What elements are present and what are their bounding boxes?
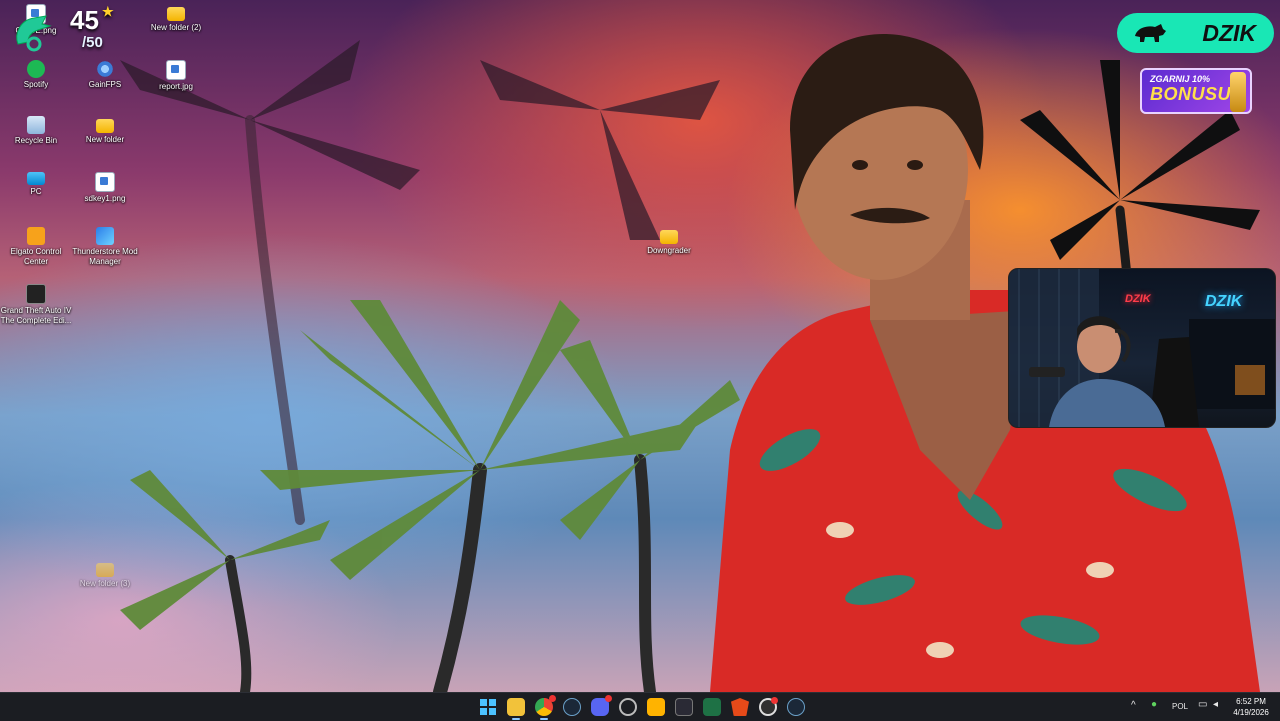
- thunderstore-icon: [96, 227, 114, 245]
- volume-icon[interactable]: ◂: [1213, 699, 1218, 710]
- image-file-icon: [166, 60, 186, 80]
- desktop-icon-gta-iv[interactable]: Grand Theft Auto IV The Complete Edi...: [0, 284, 72, 326]
- clock-date: 4/19/2026: [1233, 708, 1269, 717]
- network-icon[interactable]: ▭: [1198, 699, 1207, 710]
- desktop-icon-gainfps[interactable]: GainFPS: [69, 60, 141, 90]
- desktop-icon-elgato[interactable]: Elgato Control Center: [0, 227, 72, 267]
- elgato-icon: [27, 227, 45, 245]
- excel-icon[interactable]: [703, 698, 721, 716]
- brand-name: DZIK: [1202, 19, 1256, 46]
- chrome-icon[interactable]: [535, 695, 556, 720]
- tray-overflow-chevron-icon[interactable]: ^: [1131, 700, 1136, 711]
- language-indicator[interactable]: POL: [1172, 702, 1188, 711]
- spotify-icon: [27, 60, 45, 78]
- steam-icon[interactable]: [563, 698, 581, 716]
- desktop-icon-new-folder-2[interactable]: New folder (2): [140, 4, 212, 33]
- webcam-overlay: DZIK DZIK: [1008, 268, 1276, 428]
- folder-icon: [167, 7, 185, 21]
- desktop-icon-sdkey1[interactable]: sdkey1.png: [69, 172, 141, 204]
- folder-icon: [96, 563, 114, 577]
- gear-icon: [96, 60, 114, 78]
- discord-icon[interactable]: [591, 695, 612, 716]
- bottle-icon: [1230, 72, 1246, 112]
- brand-badge: DZIK: [1117, 13, 1274, 53]
- desktop-icon-report[interactable]: report.jpg: [140, 60, 212, 92]
- neon-sign-left: DZIK: [1125, 293, 1151, 305]
- desktop-icon-new-folder-3[interactable]: New folder (3): [69, 560, 141, 589]
- sun-app-icon[interactable]: [647, 698, 665, 716]
- file-explorer-icon[interactable]: [507, 698, 525, 720]
- media-app-icon[interactable]: [619, 698, 637, 716]
- taskbar: ^ ● POL ▭ ◂ 6:52 PM 4/19/2026: [0, 692, 1280, 721]
- neon-sign-right: DZIK: [1205, 293, 1243, 310]
- computer-icon: [27, 172, 45, 185]
- star-icon: ★: [102, 4, 114, 19]
- folder-icon: [96, 119, 114, 133]
- desktop-icon-new-folder[interactable]: New folder: [69, 116, 141, 145]
- desktop-icon-thunderstore[interactable]: Thunderstore Mod Manager: [69, 227, 141, 267]
- brave-icon[interactable]: [731, 698, 749, 716]
- boar-icon: [1135, 24, 1166, 42]
- clock-time: 6:52 PM: [1236, 697, 1266, 706]
- windows-start-icon[interactable]: [479, 698, 497, 716]
- steam-icon[interactable]: [787, 698, 805, 716]
- gta-icon: [26, 284, 46, 304]
- recycle-bin-icon: [27, 116, 45, 134]
- achievement-logo-icon: [16, 15, 52, 52]
- microphone-icon[interactable]: ●: [1151, 699, 1157, 710]
- folder-icon: [660, 230, 678, 244]
- desktop-icon-spotify[interactable]: Spotify: [0, 60, 72, 90]
- score-current: 45: [70, 5, 99, 35]
- desktop-icon-downgrader[interactable]: Downgrader: [633, 227, 705, 256]
- desktop-icon-pc[interactable]: PC: [0, 172, 72, 197]
- notification-badge: [771, 697, 778, 704]
- image-file-icon: [95, 172, 115, 192]
- bonus-promo[interactable]: ZGARNIJ 10% BONUSU: [1140, 68, 1252, 114]
- notification-badge: [605, 695, 612, 702]
- score-total: /50: [82, 34, 103, 51]
- obs-icon[interactable]: [759, 697, 778, 716]
- elgato-stream-deck-icon[interactable]: [675, 698, 693, 716]
- achievement-counter: ★ 45 /50: [70, 4, 114, 51]
- notification-badge: [549, 695, 556, 702]
- clock[interactable]: 6:52 PM 4/19/2026: [1228, 696, 1274, 718]
- desktop-icon-recycle-bin[interactable]: Recycle Bin: [0, 116, 72, 146]
